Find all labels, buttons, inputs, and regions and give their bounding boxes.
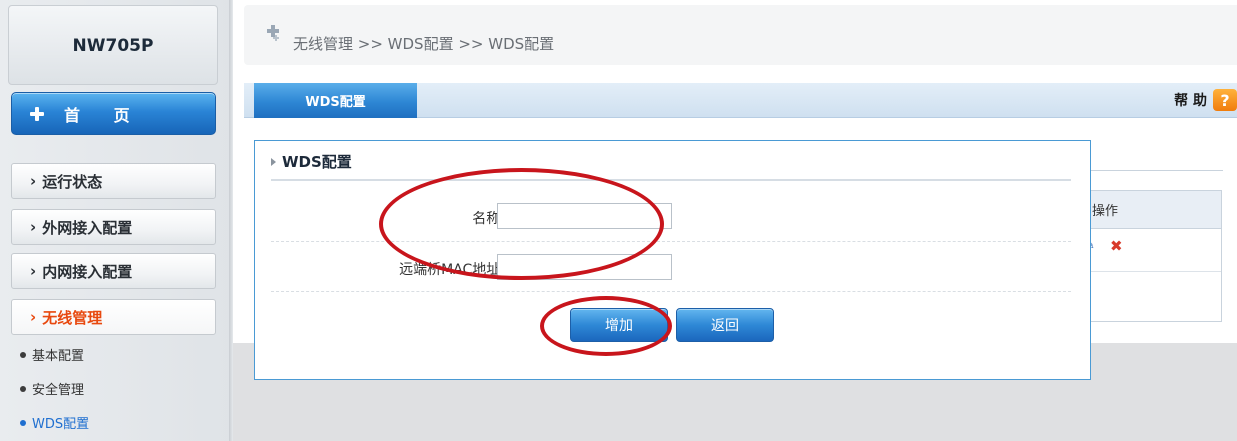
sub-item-wds-config[interactable]: WDS配置 [20, 413, 89, 432]
home-button[interactable]: 首 页 [11, 92, 216, 135]
sub-item-label: WDS配置 [32, 417, 90, 432]
bullet-icon [20, 351, 26, 358]
sub-item-label: 基本配置 [32, 349, 85, 364]
wds-list-table: 操作 ✎ ✖ [1083, 190, 1222, 322]
sidebar: NW705P 首 页 › 运行状态 › 外网接入配置 › 内网接入配置 › 无线… [0, 0, 233, 441]
sub-item-label: 安全管理 [32, 383, 85, 398]
device-box: NW705P [8, 5, 218, 85]
row-separator [271, 291, 1071, 292]
chevron-right-icon: › [30, 172, 37, 190]
question-icon: ? [1213, 89, 1237, 111]
nav-item-label: 外网接入配置 [42, 218, 133, 237]
add-button[interactable]: 增加 [570, 308, 668, 342]
nav-item-wan-config[interactable]: › 外网接入配置 [11, 209, 216, 245]
wds-config-dialog: WDS配置 名称: 远端桥MAC地址: 增加 返回 [254, 140, 1091, 380]
delete-icon[interactable]: ✖ [1110, 237, 1123, 255]
main-content: 无线管理 >> WDS配置 >> WDS配置 WDS配置 帮 助 ? 操作 ✎ … [233, 0, 1237, 441]
nav-item-lan-config[interactable]: › 内网接入配置 [11, 253, 216, 289]
chevron-right-icon: › [30, 218, 37, 236]
triangle-right-icon [271, 157, 276, 166]
dialog-separator [271, 179, 1071, 181]
nav-item-wireless[interactable]: › 无线管理 [11, 299, 216, 335]
help-button[interactable]: 帮 助 ? [1174, 89, 1237, 111]
device-name: NW705P [72, 36, 154, 56]
divider [1073, 170, 1223, 171]
dialog-title: WDS配置 [271, 151, 352, 172]
row-separator [271, 241, 1071, 242]
home-button-label: 首 页 [64, 105, 144, 125]
nav-item-label: 运行状态 [42, 172, 103, 191]
breadcrumb: 无线管理 >> WDS配置 >> WDS配置 [293, 35, 555, 53]
back-button[interactable]: 返回 [676, 308, 774, 342]
bullet-icon [20, 419, 26, 426]
mac-address-label: 远端桥MAC地址: [399, 262, 505, 278]
chevron-right-icon: › [30, 262, 37, 280]
help-label: 帮 助 [1174, 93, 1207, 109]
sub-item-basic-config[interactable]: 基本配置 [20, 345, 84, 364]
tab-wds-config[interactable]: WDS配置 [254, 83, 417, 118]
nav-item-label: 内网接入配置 [42, 262, 133, 281]
nav-item-status[interactable]: › 运行状态 [11, 163, 216, 199]
table-header-actions: 操作 [1084, 191, 1221, 229]
mac-address-input[interactable] [497, 254, 672, 280]
plus-icon [30, 106, 44, 121]
bullet-icon [20, 385, 26, 392]
plus-small-icon [273, 35, 279, 41]
tab-bar: WDS配置 帮 助 ? [244, 83, 1237, 118]
dialog-title-label: WDS配置 [282, 153, 352, 171]
sub-item-security[interactable]: 安全管理 [20, 379, 84, 398]
name-input[interactable] [497, 203, 672, 229]
row-separator [1084, 271, 1221, 272]
nav-item-label: 无线管理 [42, 308, 103, 327]
chevron-right-icon: › [30, 308, 37, 326]
breadcrumb-bar: 无线管理 >> WDS配置 >> WDS配置 [244, 5, 1237, 65]
